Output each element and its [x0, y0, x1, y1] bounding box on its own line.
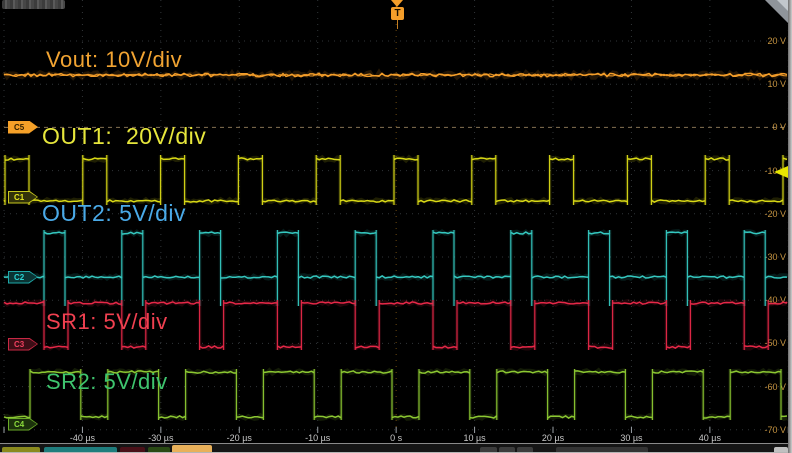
channel-badge-c3[interactable]: C3 — [8, 338, 38, 351]
time-label: 10 µs — [463, 433, 485, 443]
time-label: 30 µs — [620, 433, 642, 443]
time-label: -20 µs — [227, 433, 252, 443]
time-label: 40 µs — [699, 433, 721, 443]
channel-badge-label: C4 — [9, 419, 37, 430]
time-label: -10 µs — [305, 433, 330, 443]
status-chip[interactable] — [2, 0, 65, 9]
channel-label-sr2: SR2: 5V/div — [46, 369, 168, 395]
time-label: -30 µs — [148, 433, 173, 443]
oscilloscope-screen: 20 V10 V0 V-10 V-20 V-30 V-40 V-50 V-60 … — [0, 0, 792, 453]
trigger-level-arrow[interactable] — [774, 166, 788, 178]
time-label: 20 µs — [542, 433, 564, 443]
window-right-edge — [788, 0, 792, 453]
channel-badge-c2[interactable]: C2 — [8, 271, 38, 284]
channel-badge-label: C5 — [9, 122, 37, 133]
channel-label-out1: OUT1: 20V/div — [42, 123, 206, 150]
channel-badge-label: C1 — [9, 192, 37, 203]
trigger-position-marker[interactable]: T — [391, 7, 404, 20]
channel-badge-c5[interactable]: C5 — [8, 121, 38, 134]
time-label: 0 s — [390, 433, 402, 443]
trace-out2 — [4, 230, 787, 306]
channel-label-vout: Vout: 10V/div — [46, 47, 182, 73]
time-label: -40 µs — [70, 433, 95, 443]
trigger-arrow-icon — [391, 0, 403, 7]
channel-badge-c4[interactable]: C4 — [8, 418, 38, 431]
trace-vout — [4, 72, 787, 77]
channel-badge-label: C3 — [9, 339, 37, 350]
trace-out1 — [4, 155, 787, 205]
channel-badge-label: C2 — [9, 272, 37, 283]
channel-label-sr1: SR1: 5V/div — [46, 309, 168, 335]
channel-badge-c1[interactable]: C1 — [8, 191, 38, 204]
channel-label-out2: OUT2: 5V/div — [42, 200, 186, 227]
trigger-marker-stem — [397, 20, 398, 29]
